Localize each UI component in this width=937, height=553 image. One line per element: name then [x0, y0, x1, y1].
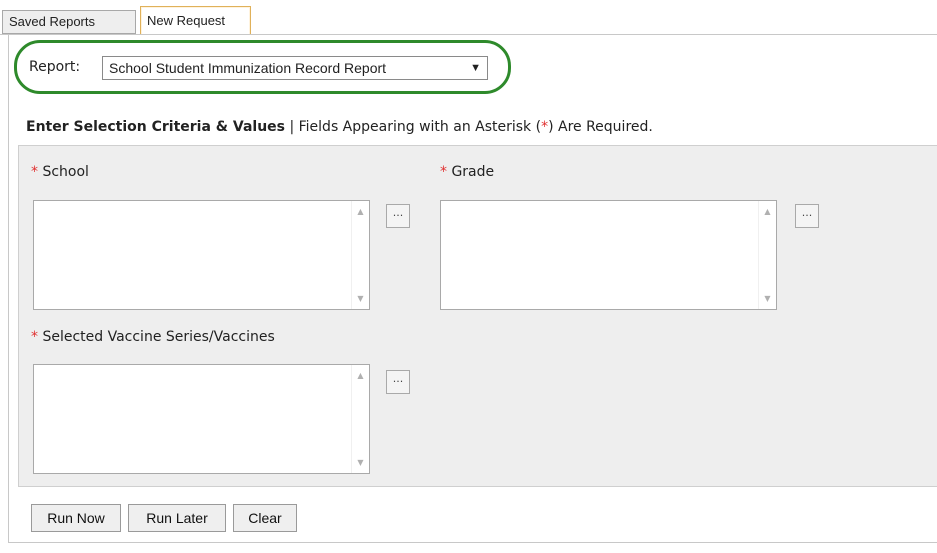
scroll-down-icon[interactable]: ▼ [352, 454, 369, 471]
tab-bar: Saved Reports New Request [0, 0, 937, 35]
tab-saved-reports[interactable]: Saved Reports [2, 10, 136, 34]
scroll-down-icon[interactable]: ▼ [759, 290, 776, 307]
scroll-down-icon[interactable]: ▼ [352, 290, 369, 307]
school-scrollbar[interactable]: ▲ ▼ [351, 201, 369, 309]
school-listbox[interactable]: ▲ ▼ [33, 200, 370, 310]
run-later-button[interactable]: Run Later [128, 504, 226, 532]
report-label: Report: [29, 59, 81, 75]
clear-button[interactable]: Clear [233, 504, 297, 532]
report-select[interactable]: School Student Immunization Record Repor… [102, 56, 488, 80]
report-select-value: School Student Immunization Record Repor… [109, 60, 387, 76]
scroll-up-icon[interactable]: ▲ [759, 203, 776, 220]
criteria-separator: | [289, 119, 295, 135]
vaccines-field-label: * Selected Vaccine Series/Vaccines [31, 329, 275, 345]
criteria-note-suffix: ) Are Required. [548, 119, 653, 135]
criteria-heading: Enter Selection Criteria & Values [26, 119, 285, 135]
grade-listbox[interactable]: ▲ ▼ [440, 200, 777, 310]
criteria-note-prefix: Fields Appearing with an Asterisk ( [298, 119, 542, 135]
required-asterisk-icon: * [31, 164, 38, 180]
school-browse-button[interactable]: ... [386, 204, 410, 228]
report-highlight-ring: Report: School Student Immunization Reco… [14, 40, 511, 94]
vaccines-scrollbar[interactable]: ▲ ▼ [351, 365, 369, 473]
required-asterisk-icon: * [31, 329, 38, 345]
required-asterisk-icon: * [440, 164, 447, 180]
criteria-instructions: Enter Selection Criteria & Values | Fiel… [26, 119, 653, 135]
vaccines-browse-button[interactable]: ... [386, 370, 410, 394]
run-now-button[interactable]: Run Now [31, 504, 121, 532]
grade-field-label: * Grade [440, 164, 494, 180]
scroll-up-icon[interactable]: ▲ [352, 367, 369, 384]
vaccines-label-text: Selected Vaccine Series/Vaccines [42, 329, 275, 345]
tab-new-request[interactable]: New Request [140, 6, 251, 35]
scroll-up-icon[interactable]: ▲ [352, 203, 369, 220]
grade-browse-button[interactable]: ... [795, 204, 819, 228]
dropdown-arrow-icon: ▼ [470, 62, 481, 74]
grade-scrollbar[interactable]: ▲ ▼ [758, 201, 776, 309]
school-field-label: * School [31, 164, 89, 180]
grade-label-text: Grade [451, 164, 495, 180]
vaccines-listbox[interactable]: ▲ ▼ [33, 364, 370, 474]
school-label-text: School [42, 164, 89, 180]
